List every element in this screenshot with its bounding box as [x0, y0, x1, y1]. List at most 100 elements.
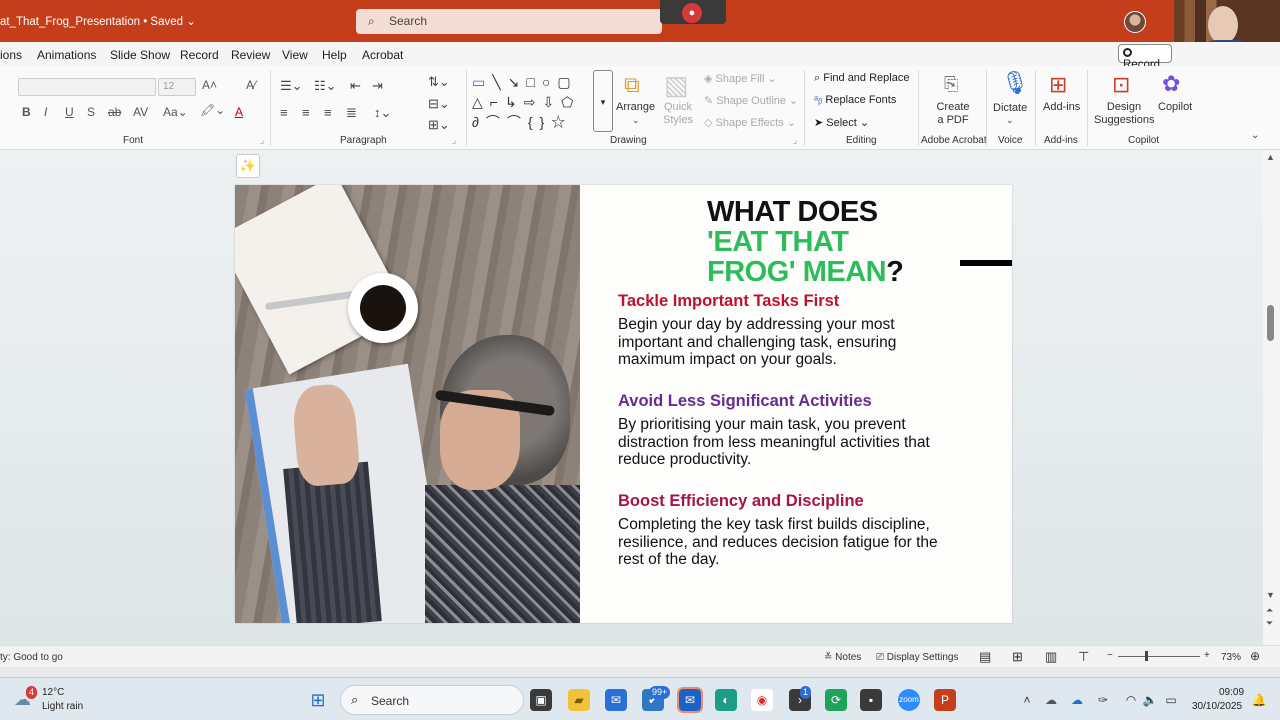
font-size-combo[interactable]: 12	[158, 78, 196, 96]
increase-font-icon[interactable]: A˄	[202, 78, 217, 92]
arrange-icon[interactable]: ⧉	[624, 72, 640, 98]
underline-icon[interactable]: U	[65, 105, 74, 119]
task-view-icon[interactable]: ▣	[530, 689, 552, 711]
addins-label[interactable]: Add-ins	[1043, 101, 1080, 113]
change-case-icon[interactable]: Aa⌄	[163, 105, 188, 119]
bullets-icon[interactable]: ☰⌄	[280, 78, 303, 94]
outlook-new-icon[interactable]: ✉	[605, 689, 627, 711]
shapes-more-button[interactable]: ▾	[593, 70, 613, 132]
highlight-icon[interactable]: 🖍⌄	[200, 103, 225, 117]
display-settings-button[interactable]: ⎚ Display Settings	[876, 652, 958, 663]
start-icon[interactable]: ⊞	[307, 689, 329, 711]
zoom-icon[interactable]: zoom	[898, 689, 920, 711]
font-color-icon[interactable]: A	[235, 105, 243, 119]
triangle-icon[interactable]: △	[472, 94, 490, 110]
vertical-scrollbar[interactable]: ▲ ▼ ⏶ ⏷	[1263, 150, 1280, 645]
shape-fill-button[interactable]: ◈ Shape Fill ⌄	[704, 72, 777, 85]
align-right-icon[interactable]: ≡	[324, 105, 332, 120]
section-3-heading[interactable]: Boost Efficiency and Discipline	[618, 492, 864, 511]
volume-icon[interactable]: 🔈	[1139, 689, 1161, 711]
dictate-label[interactable]: Dictate	[993, 102, 1027, 114]
line-spacing-icon[interactable]: ↕⌄	[374, 105, 391, 121]
shape-effects-button[interactable]: ◇ Shape Effects ⌄	[704, 116, 796, 129]
reading-view-icon[interactable]: ▥	[1045, 649, 1057, 665]
search-input[interactable]: ⌕ Search	[356, 9, 662, 34]
spacing-icon[interactable]: AV	[133, 105, 148, 119]
zoom-in-icon[interactable]: +	[1204, 650, 1210, 661]
align-left-icon[interactable]: ≡	[280, 105, 288, 120]
copilot-icon[interactable]: ✿	[1162, 71, 1180, 97]
dictate-chevron-icon[interactable]: ⌄	[1006, 115, 1014, 126]
notifications-icon[interactable]: 🔔	[1248, 689, 1270, 711]
shapes-gallery[interactable]: ▭╲↘□○▢ △⌐↳⇨⇩⬠ ∂⌒⌒{}☆	[472, 72, 592, 132]
next-slide-icon[interactable]: ⏷	[1266, 618, 1273, 629]
quick-styles-label[interactable]: Quick Styles	[658, 101, 698, 127]
down-arrow-icon[interactable]: ⇩	[542, 94, 561, 110]
cloud-icon[interactable]: ☁	[1040, 689, 1062, 711]
arrange-chevron-icon[interactable]: ⌄	[632, 115, 640, 126]
find-replace-button[interactable]: ⌕ Find and Replace	[814, 72, 909, 85]
align-text-icon[interactable]: ⊟⌄	[428, 96, 450, 112]
textbox-icon[interactable]: ▭	[472, 74, 492, 90]
italic-icon[interactable]: I	[44, 105, 47, 119]
weather-widget[interactable]: ☁ 4 12°C Light rain	[14, 684, 124, 716]
arc-icon[interactable]: ⌒	[507, 114, 528, 130]
clock-date[interactable]: 30/10/2025	[1192, 701, 1242, 712]
align-center-icon[interactable]: ≡	[302, 105, 310, 120]
arrange-label[interactable]: Arrange	[616, 101, 655, 113]
design-suggestions-button[interactable]: Design Suggestions	[1094, 101, 1155, 127]
paragraph-launcher-icon[interactable]: ⌟	[452, 135, 456, 146]
app-green-icon[interactable]: ⟳	[825, 689, 847, 711]
powerpoint-icon[interactable]: P	[934, 689, 956, 711]
tab-review[interactable]: Review	[231, 48, 270, 62]
accessibility-status[interactable]: ty: Good to go	[0, 652, 63, 663]
dictate-mic-icon[interactable]: 🎙	[1001, 70, 1029, 96]
recording-widget[interactable]: ●	[660, 0, 726, 24]
document-title[interactable]: at_That_Frog_Presentation • Saved ⌄	[0, 14, 196, 28]
app-dark-icon[interactable]: ▪	[860, 689, 882, 711]
curve-icon[interactable]: ⌒	[486, 114, 507, 130]
slide[interactable]: WHAT DOES 'EAT THAT FROG' MEAN? Tackle I…	[235, 185, 1012, 623]
tab-slide-show[interactable]: Slide Show	[110, 48, 170, 62]
numbering-icon[interactable]: ☷⌄	[314, 78, 337, 94]
section-2-body[interactable]: By prioritising your main task, you prev…	[618, 416, 958, 469]
designer-sparkle-icon[interactable]: ✨	[236, 154, 260, 178]
brace-left-icon[interactable]: {	[528, 114, 540, 130]
replace-fonts-button[interactable]: ᵃᵦ Replace Fonts	[814, 94, 896, 106]
tab-animations[interactable]: Animations	[37, 48, 96, 62]
edge-icon[interactable]: ◐	[715, 689, 737, 711]
rounded-rect-icon[interactable]: ▢	[557, 74, 577, 90]
clock-time[interactable]: 09:09	[1219, 687, 1244, 698]
strikethrough-icon[interactable]: ab	[108, 105, 121, 119]
section-3-body[interactable]: Completing the key task first builds dis…	[618, 516, 958, 569]
right-arrow-icon[interactable]: ⇨	[524, 94, 543, 110]
text-direction-icon[interactable]: ⇅⌄	[428, 74, 450, 90]
collapse-ribbon-icon[interactable]: ⌄	[1251, 130, 1259, 141]
chrome-icon[interactable]: ◉	[751, 689, 773, 711]
notes-button[interactable]: ≚ Notes	[824, 652, 861, 663]
onedrive-icon[interactable]: ☁	[1066, 689, 1088, 711]
scroll-up-icon[interactable]: ▲	[1266, 152, 1275, 162]
scroll-thumb[interactable]	[1267, 305, 1274, 341]
increase-indent-icon[interactable]: ⇥	[372, 78, 383, 94]
zoom-slider[interactable]	[1118, 651, 1200, 661]
decrease-indent-icon[interactable]: ⇤	[350, 78, 361, 94]
line-icon[interactable]: ╲	[492, 74, 507, 90]
freeform-icon[interactable]: ∂	[472, 114, 486, 130]
slide-photo[interactable]	[235, 185, 580, 623]
pentagon-icon[interactable]: ⬠	[561, 94, 580, 110]
tab-transitions[interactable]: ions	[0, 48, 22, 62]
elbow-icon[interactable]: ↳	[505, 94, 524, 110]
record-button[interactable]: Record	[1118, 44, 1172, 71]
justify-icon[interactable]: ≣	[346, 105, 357, 121]
tab-acrobat[interactable]: Acrobat	[362, 48, 403, 62]
fit-slide-icon[interactable]: ⊕	[1250, 649, 1260, 663]
drawing-launcher-icon[interactable]: ⌟	[793, 135, 797, 146]
addins-icon[interactable]: ⊞	[1049, 72, 1067, 98]
normal-view-icon[interactable]: ▤	[979, 649, 991, 665]
tab-record[interactable]: Record	[180, 48, 219, 62]
outlook-icon[interactable]: ✉	[677, 687, 703, 713]
quick-styles-icon[interactable]: ▧	[664, 70, 689, 101]
star-icon[interactable]: ☆	[551, 114, 572, 130]
tab-help[interactable]: Help	[322, 48, 347, 62]
